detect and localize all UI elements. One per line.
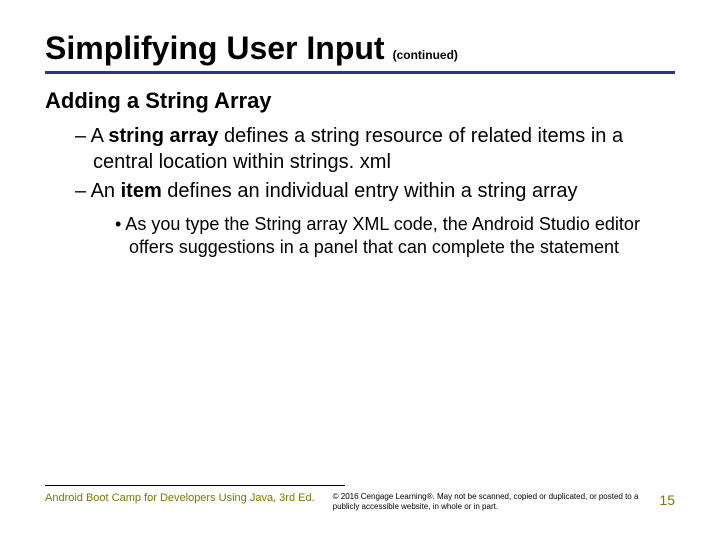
title-row: Simplifying User Input (continued) xyxy=(45,30,675,67)
bullet-2-bold: item xyxy=(121,180,162,202)
bullet-1-pre: – A xyxy=(75,125,108,147)
footer-divider xyxy=(45,485,345,486)
footer-book-title: Android Boot Camp for Developers Using J… xyxy=(45,492,315,504)
sub-bullet-1: • As you type the String array XML code,… xyxy=(115,213,675,259)
continued-label: (continued) xyxy=(393,48,458,62)
footer: Android Boot Camp for Developers Using J… xyxy=(45,485,675,512)
title-underline xyxy=(45,71,675,74)
bullet-2-post: defines an individual entry within a str… xyxy=(162,180,578,202)
body: – A string array defines a string resour… xyxy=(45,124,675,259)
slide: Simplifying User Input (continued) Addin… xyxy=(0,0,720,540)
bullet-2-pre: – An xyxy=(75,180,121,202)
footer-row: Android Boot Camp for Developers Using J… xyxy=(45,492,675,512)
footer-copyright: © 2016 Cengage Learning®. May not be sca… xyxy=(325,492,650,512)
bullet-1: – A string array defines a string resour… xyxy=(75,124,675,175)
bullet-2: – An item defines an individual entry wi… xyxy=(75,179,675,205)
page-title: Simplifying User Input xyxy=(45,30,385,67)
subtitle: Adding a String Array xyxy=(45,88,675,114)
page-number: 15 xyxy=(659,492,675,508)
bullet-1-bold: string array xyxy=(108,125,218,147)
